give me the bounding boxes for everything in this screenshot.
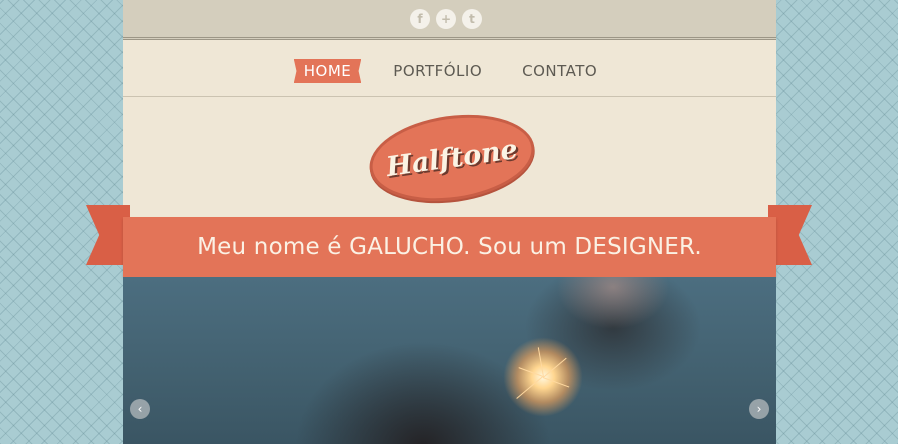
nav-item-contact[interactable]: CONTATO [514,59,605,83]
tagline-banner: Meu nome é GALUCHO. Sou um DESIGNER. [123,217,776,277]
tagline-text: Meu nome é GALUCHO. Sou um DESIGNER. [197,234,702,260]
logo-text: Halftone [384,133,520,183]
google-plus-icon[interactable]: + [436,9,456,29]
social-bar: f + t [123,0,776,40]
logo[interactable]: Halftone [363,104,541,212]
main-nav: HOME PORTFÓLIO CONTATO [123,40,776,97]
slider-prev-button[interactable]: ‹ [130,399,150,419]
hero-slider-image [123,277,776,444]
twitter-icon[interactable]: t [462,9,482,29]
facebook-icon[interactable]: f [410,9,430,29]
nav-item-home[interactable]: HOME [293,59,362,83]
slider-next-button[interactable]: › [749,399,769,419]
nav-item-portfolio[interactable]: PORTFÓLIO [385,59,490,83]
